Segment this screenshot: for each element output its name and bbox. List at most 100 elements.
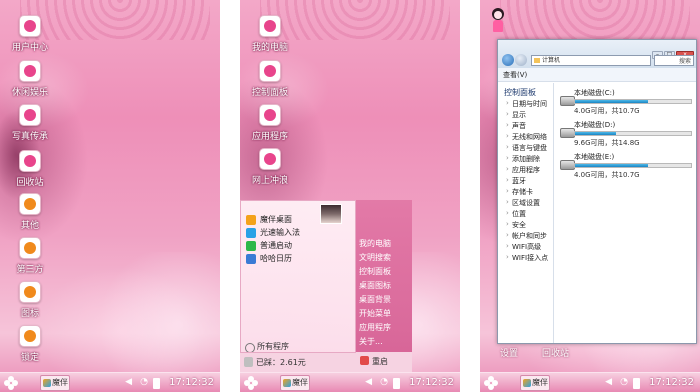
battery-icon xyxy=(153,378,160,389)
shortcut-label: 用户中心 xyxy=(11,43,48,53)
control-panel-shortcut[interactable]: 控制面板 xyxy=(240,60,300,98)
avatar[interactable] xyxy=(320,204,342,224)
wifi-icon[interactable]: ◔ xyxy=(380,377,388,387)
doll-icon xyxy=(490,8,506,32)
control-panel-icon xyxy=(259,60,281,82)
sidebar-item-applications[interactable]: 应用程序 xyxy=(506,165,540,175)
sidebar-item-bluetooth[interactable]: 蓝牙 xyxy=(506,176,526,186)
desktop-label-recycle-bin[interactable]: 回收站 xyxy=(542,346,569,359)
map-pin-icon xyxy=(19,193,41,215)
sidebar-item-wifi-advanced[interactable]: WIFI高级 xyxy=(506,242,541,252)
taskbar-app-button[interactable]: 魔伴 xyxy=(280,375,310,391)
menu-link-desktop-background[interactable]: 桌面背景 xyxy=(359,294,391,305)
start-button[interactable] xyxy=(484,376,498,390)
shortcut-label: 第三方 xyxy=(16,265,44,275)
sidebar-item-storage[interactable]: 存储卡 xyxy=(506,187,533,197)
battery-icon xyxy=(393,378,400,389)
menu-link-my-computer[interactable]: 我的电脑 xyxy=(359,238,391,249)
disk-e[interactable]: 本地磁盘(E:) 4.0G可用，共10.7G xyxy=(558,152,694,180)
hard-drive-icon xyxy=(560,160,575,170)
disk-free-space: 4.0G可用，共10.7G xyxy=(574,171,640,179)
sidebar-item-location[interactable]: 位置 xyxy=(506,209,526,219)
clock: 17:12:32 xyxy=(409,377,454,388)
shortcut-label: 写真传承 xyxy=(11,132,48,142)
sidebar-item-datetime[interactable]: 日期与时间 xyxy=(506,99,547,109)
sidebar-item-add-remove[interactable]: 添加删除 xyxy=(506,154,540,164)
shortcut-label: 其他 xyxy=(20,221,39,231)
shortcut-label: 我的电脑 xyxy=(251,43,288,53)
menu-link-search[interactable]: 文明搜索 xyxy=(359,252,391,263)
third-party-shortcut[interactable]: 第三方 xyxy=(0,237,60,275)
disk-c[interactable]: 本地磁盘(C:) 4.0G可用，共10.7G xyxy=(558,88,694,116)
menu-item-input-method[interactable]: 光速输入法 xyxy=(246,226,300,239)
user-center-shortcut[interactable]: 用户中心 xyxy=(0,15,60,53)
music-note-icon xyxy=(19,104,41,126)
other-shortcut[interactable]: 其他 xyxy=(0,193,60,231)
taskbar-app-button[interactable]: 魔伴 xyxy=(520,375,550,391)
all-programs-button[interactable]: 所有程序 xyxy=(245,341,289,353)
input-method-icon xyxy=(246,228,256,238)
menu-item-calendar[interactable]: 哈哈日历 xyxy=(246,252,292,265)
applications-shortcut[interactable]: 应用程序 xyxy=(240,104,300,142)
view-menu[interactable]: 查看(V) xyxy=(498,68,696,82)
grid-icon xyxy=(19,281,41,303)
lock-icon xyxy=(19,325,41,347)
desktop-label-settings[interactable]: 设置 xyxy=(500,346,518,359)
sidebar-item-wireless[interactable]: 无线和网络 xyxy=(506,132,547,142)
wifi-icon[interactable]: ◔ xyxy=(140,377,148,387)
usage-label: 已踩：2.61元 xyxy=(244,357,306,368)
disk-name: 本地磁盘(D:) xyxy=(574,121,616,129)
sidebar-item-wifi-ap[interactable]: WIFI接入点 xyxy=(506,253,548,263)
icons-shortcut[interactable]: 图标 xyxy=(0,281,60,319)
sidebar-item-sound[interactable]: 声音 xyxy=(506,121,526,131)
back-button[interactable] xyxy=(502,54,514,66)
sidebar-item-accounts[interactable]: 帐户和同步 xyxy=(506,231,547,241)
leisure-shortcut[interactable]: 休闲娱乐 xyxy=(0,60,60,98)
disk-d[interactable]: 本地磁盘(D:) 9.6G可用，共14.8G xyxy=(558,120,694,148)
address-bar[interactable]: 计算机 xyxy=(531,55,651,66)
wifi-icon[interactable]: ◔ xyxy=(620,377,628,387)
disk-usage-fill xyxy=(575,132,616,135)
shortcut-label: 网上冲浪 xyxy=(251,176,288,186)
search-box[interactable]: 搜索 xyxy=(654,55,694,66)
menu-link-start-menu[interactable]: 开始菜单 xyxy=(359,308,391,319)
menu-item-label: 普通启动 xyxy=(260,241,292,250)
taskbar: 魔伴 ◀ ◔ 17:12:32 xyxy=(240,372,460,392)
volume-icon[interactable]: ◀ xyxy=(365,377,372,387)
menu-link-applications[interactable]: 应用程序 xyxy=(359,322,391,333)
start-button[interactable] xyxy=(4,376,18,390)
disk-usage-fill xyxy=(575,164,649,167)
disk-free-space: 4.0G可用，共10.7G xyxy=(574,107,640,115)
menu-item-mobo-desktop[interactable]: 魔伴桌面 xyxy=(246,213,292,226)
shortcut-label: 应用程序 xyxy=(251,132,288,142)
sidebar-item-region[interactable]: 区域设置 xyxy=(506,198,540,208)
recycle-bin-shortcut[interactable]: 回收站 xyxy=(0,150,60,188)
my-computer-shortcut[interactable]: 我的电脑 xyxy=(240,15,300,53)
taskbar: 魔伴 ◀ ◔ 17:12:32 xyxy=(480,372,700,392)
taskbar-app-button[interactable]: 魔伴 xyxy=(40,375,70,391)
disk-usage-bar xyxy=(574,99,692,104)
sidebar-item-security[interactable]: 安全 xyxy=(506,220,526,230)
clock: 17:12:32 xyxy=(649,377,694,388)
menu-link-desktop-icons[interactable]: 桌面图标 xyxy=(359,280,391,291)
volume-icon[interactable]: ◀ xyxy=(125,377,132,387)
lock-shortcut[interactable]: 锁定 xyxy=(0,325,60,363)
photo-shortcut[interactable]: 写真传承 xyxy=(0,104,60,142)
forward-button[interactable] xyxy=(515,54,527,66)
restart-button[interactable]: 重启 xyxy=(356,352,412,372)
start-menu-right-pane: 我的电脑 文明搜索 控制面板 桌面图标 桌面背景 开始菜单 应用程序 关于... xyxy=(356,200,412,352)
start-button[interactable] xyxy=(244,376,258,390)
recycle-bin-icon xyxy=(19,150,41,172)
calendar-icon xyxy=(246,254,256,264)
folder-icon xyxy=(19,237,41,259)
shortcut-label: 休闲娱乐 xyxy=(11,88,48,98)
screen-desktop-2: 我的电脑 控制面板 应用程序 网上冲浪 魔伴桌面 光速输入法 普通启动 哈哈日历… xyxy=(240,0,460,392)
menu-item-label: 魔伴桌面 xyxy=(260,215,292,224)
menu-link-about[interactable]: 关于... xyxy=(359,336,383,347)
menu-item-normal-boot[interactable]: 普通启动 xyxy=(246,239,292,252)
sidebar-item-language[interactable]: 语言与键盘 xyxy=(506,143,547,153)
menu-link-control-panel[interactable]: 控制面板 xyxy=(359,266,391,277)
sidebar-item-display[interactable]: 显示 xyxy=(506,110,526,120)
web-browse-shortcut[interactable]: 网上冲浪 xyxy=(240,148,300,186)
volume-icon[interactable]: ◀ xyxy=(605,377,612,387)
